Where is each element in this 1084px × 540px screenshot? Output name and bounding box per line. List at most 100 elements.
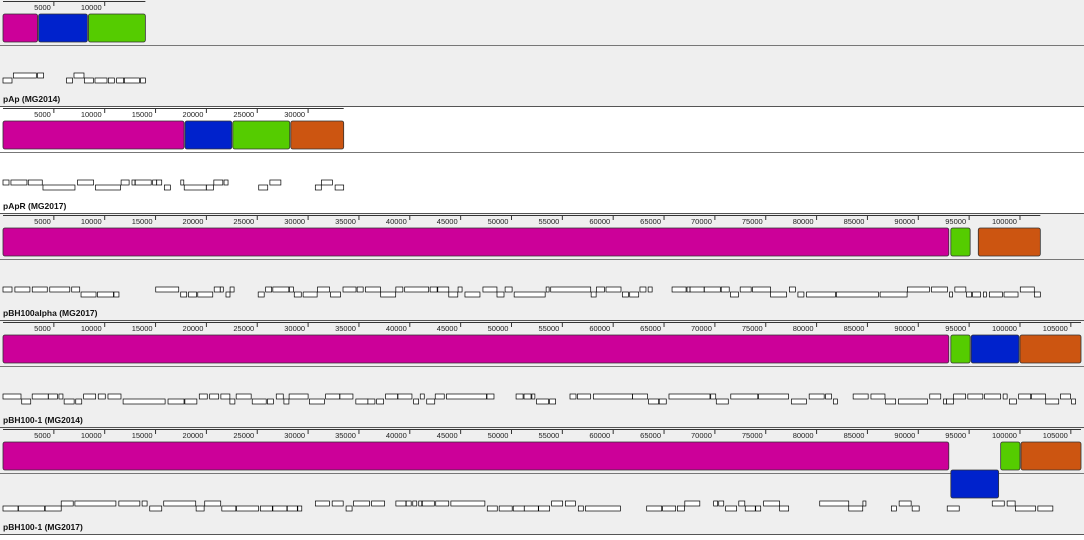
gene-feature[interactable]	[355, 398, 369, 405]
gene-feature[interactable]	[220, 393, 231, 400]
gene-feature[interactable]	[27, 179, 43, 186]
gene-feature[interactable]	[513, 291, 546, 298]
lcb-block-magenta[interactable]	[2, 441, 950, 471]
gene-feature[interactable]	[949, 291, 953, 298]
gene-feature[interactable]	[1019, 286, 1035, 293]
gene-feature[interactable]	[2, 179, 10, 186]
lcb-block-green[interactable]	[1000, 441, 1021, 471]
gene-feature[interactable]	[395, 286, 404, 293]
gene-feature[interactable]	[808, 393, 825, 400]
gene-feature[interactable]	[107, 77, 115, 84]
gene-feature[interactable]	[565, 500, 576, 507]
gene-feature[interactable]	[639, 286, 647, 293]
gene-feature[interactable]	[710, 393, 717, 400]
gene-feature[interactable]	[752, 286, 771, 293]
gene-feature[interactable]	[141, 500, 148, 507]
gene-feature[interactable]	[898, 398, 928, 405]
gene-feature[interactable]	[376, 398, 384, 405]
gene-feature[interactable]	[605, 286, 622, 293]
gene-feature[interactable]	[457, 286, 463, 293]
gene-feature[interactable]	[37, 72, 44, 79]
gene-feature[interactable]	[60, 500, 74, 507]
gene-feature[interactable]	[48, 393, 58, 400]
gene-feature[interactable]	[330, 291, 341, 298]
gene-feature[interactable]	[1060, 393, 1071, 400]
gene-feature[interactable]	[288, 393, 309, 400]
gene-feature[interactable]	[482, 286, 498, 293]
gene-feature[interactable]	[71, 286, 81, 293]
gene-feature[interactable]	[134, 179, 152, 186]
lcb-block-green[interactable]	[88, 13, 146, 43]
gene-feature[interactable]	[450, 500, 486, 507]
gene-feature[interactable]	[188, 291, 197, 298]
gene-feature[interactable]	[577, 393, 591, 400]
gene-feature[interactable]	[684, 500, 701, 507]
gene-feature[interactable]	[75, 398, 83, 405]
gene-feature[interactable]	[289, 286, 294, 293]
gene-feature[interactable]	[677, 505, 685, 512]
gene-feature[interactable]	[2, 505, 19, 512]
gene-feature[interactable]	[531, 393, 536, 400]
gene-feature[interactable]	[107, 393, 122, 400]
gene-feature[interactable]	[219, 286, 224, 293]
gene-feature[interactable]	[297, 505, 303, 512]
gene-feature[interactable]	[898, 500, 912, 507]
gene-feature[interactable]	[58, 393, 64, 400]
gene-feature[interactable]	[321, 179, 333, 186]
gene-feature[interactable]	[577, 505, 584, 512]
gene-feature[interactable]	[120, 179, 130, 186]
gene-feature[interactable]	[124, 77, 140, 84]
gene-feature[interactable]	[1018, 393, 1032, 400]
gene-feature[interactable]	[953, 393, 966, 400]
gene-feature[interactable]	[593, 393, 633, 400]
gene-feature[interactable]	[907, 286, 930, 293]
gene-feature[interactable]	[1003, 291, 1019, 298]
gene-feature[interactable]	[931, 286, 948, 293]
gene-feature[interactable]	[758, 393, 789, 400]
gene-feature[interactable]	[356, 286, 364, 293]
gene-feature[interactable]	[73, 72, 85, 79]
gene-feature[interactable]	[629, 291, 640, 298]
gene-feature[interactable]	[339, 393, 354, 400]
gene-feature[interactable]	[590, 291, 597, 298]
lcb-block-orange[interactable]	[290, 120, 345, 150]
gene-feature[interactable]	[730, 291, 739, 298]
gene-feature[interactable]	[946, 505, 960, 512]
gene-feature[interactable]	[434, 393, 445, 400]
gene-feature[interactable]	[435, 500, 450, 507]
gene-feature[interactable]	[671, 286, 687, 293]
gene-feature[interactable]	[446, 393, 487, 400]
gene-feature[interactable]	[21, 398, 32, 405]
gene-feature[interactable]	[967, 393, 984, 400]
gene-feature[interactable]	[97, 393, 106, 400]
gene-feature[interactable]	[718, 500, 725, 507]
gene-feature[interactable]	[131, 179, 136, 186]
gene-feature[interactable]	[551, 500, 563, 507]
gene-feature[interactable]	[545, 286, 550, 293]
gene-feature[interactable]	[14, 286, 31, 293]
gene-feature[interactable]	[10, 179, 28, 186]
gene-feature[interactable]	[550, 286, 592, 293]
gene-feature[interactable]	[725, 505, 737, 512]
gene-feature[interactable]	[293, 291, 302, 298]
gene-feature[interactable]	[662, 505, 676, 512]
gene-feature[interactable]	[523, 393, 532, 400]
gene-feature[interactable]	[331, 500, 344, 507]
gene-feature[interactable]	[929, 393, 942, 400]
gene-feature[interactable]	[94, 77, 108, 84]
gene-feature[interactable]	[317, 286, 330, 293]
gene-feature[interactable]	[404, 286, 430, 293]
gene-feature[interactable]	[739, 286, 752, 293]
gene-feature[interactable]	[163, 500, 197, 507]
gene-feature[interactable]	[204, 500, 222, 507]
gene-feature[interactable]	[713, 500, 718, 507]
gene-feature[interactable]	[1045, 398, 1060, 405]
gene-feature[interactable]	[703, 286, 721, 293]
gene-feature[interactable]	[367, 398, 376, 405]
gene-feature[interactable]	[156, 179, 163, 186]
gene-feature[interactable]	[426, 398, 436, 405]
gene-feature[interactable]	[152, 179, 158, 186]
gene-feature[interactable]	[183, 184, 207, 191]
gene-feature[interactable]	[31, 393, 49, 400]
gene-feature[interactable]	[385, 393, 398, 400]
